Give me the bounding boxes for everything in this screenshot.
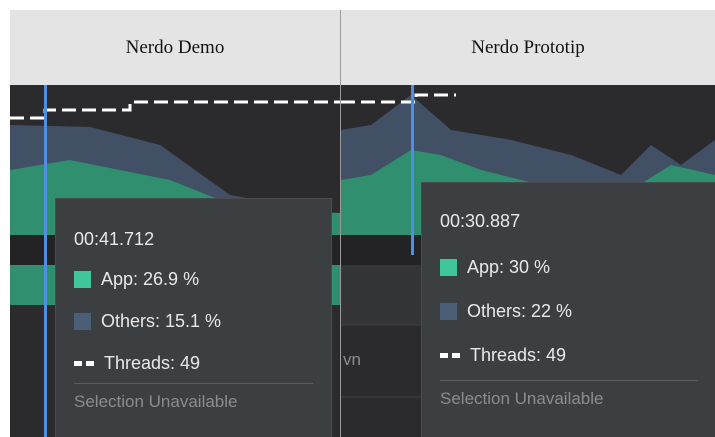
selection-cursor-line[interactable] [44, 85, 47, 437]
selection-cursor-line[interactable] [411, 85, 414, 255]
cpu-tooltip: 00:41.712 App: 26.9 % Others: 15.1 % Thr… [55, 198, 332, 437]
tooltip-threads-row: Threads: 49 [74, 353, 200, 374]
tooltip-separator [74, 383, 313, 384]
comparison-screenshot: Nerdo Demo 00:41.712 App: 26.9 % Others:… [0, 0, 715, 437]
tooltip-selection-status: Selection Unavailable [74, 392, 238, 411]
panel-nerdo-demo: Nerdo Demo 00:41.712 App: 26.9 % Others:… [10, 10, 340, 437]
tooltip-time: 00:30.887 [440, 211, 521, 231]
tooltip-others-value: Others: 22 % [467, 301, 573, 321]
tooltip-threads-value: Threads: 49 [104, 353, 201, 373]
threads-line [10, 100, 340, 120]
tooltip-threads-row: Threads: 49 [440, 345, 566, 366]
tooltip-threads-value: Threads: 49 [470, 345, 567, 365]
panel-divider [340, 10, 341, 437]
tooltip-app-row: App: 30 % [440, 257, 550, 278]
tooltip-others-value: Others: 15.1 % [101, 311, 222, 331]
panel-title: Nerdo Prototip [341, 10, 715, 85]
tooltip-time: 00:41.712 [74, 229, 155, 249]
tooltip-others-row: Others: 22 % [440, 301, 572, 322]
tooltip-others-row: Others: 15.1 % [74, 311, 221, 332]
app-legend-swatch [74, 271, 91, 288]
threads-legend-dash [74, 361, 94, 366]
threads-line [341, 93, 456, 104]
others-legend-swatch [440, 303, 457, 320]
tooltip-app-row: App: 26.9 % [74, 269, 199, 290]
cpu-tooltip: 00:30.887 App: 30 % Others: 22 % Threads… [421, 182, 715, 437]
others-legend-swatch [74, 313, 91, 330]
tooltip-selection-status: Selection Unavailable [440, 389, 604, 408]
background-column-label: vn [343, 350, 361, 369]
tooltip-app-value: App: 30 % [467, 257, 551, 277]
panel-title: Nerdo Demo [10, 10, 340, 85]
panel-nerdo-prototip: Nerdo Prototip vn 00:30.887 App: 30 % Ot… [341, 10, 715, 437]
tooltip-separator [440, 380, 698, 381]
tooltip-app-value: App: 26.9 % [101, 269, 200, 289]
threads-legend-dash [440, 353, 460, 358]
app-legend-swatch [440, 259, 457, 276]
